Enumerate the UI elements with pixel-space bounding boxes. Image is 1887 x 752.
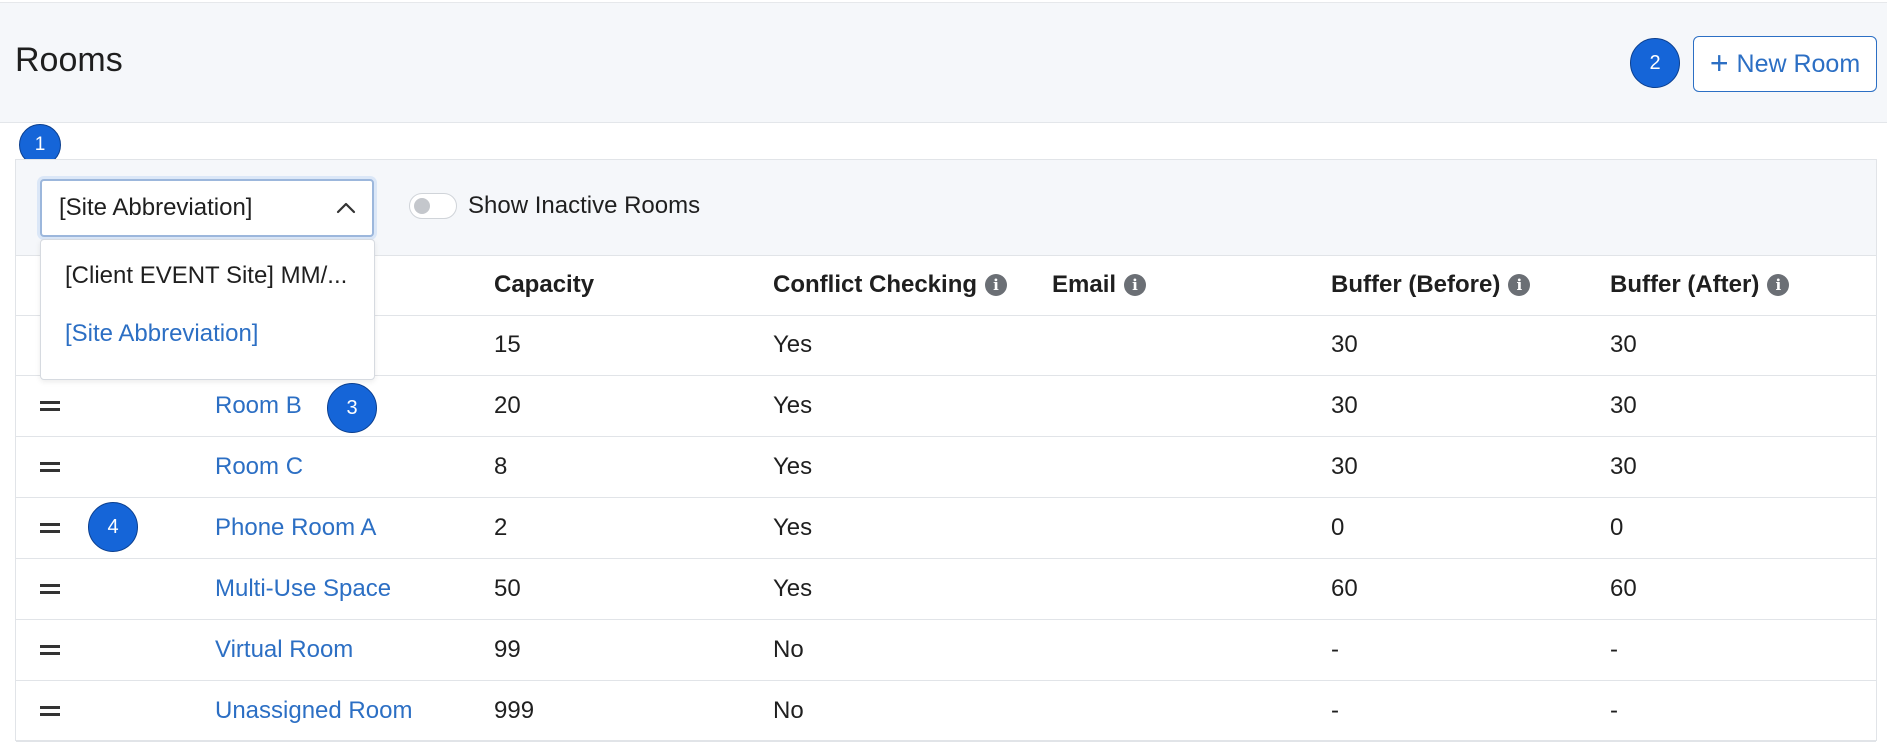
info-icon[interactable]: i xyxy=(1508,274,1531,296)
room-name-link[interactable]: Multi-Use Space xyxy=(215,575,391,603)
buffer-before-cell: 30 xyxy=(1331,331,1358,358)
drag-handle-icon[interactable] xyxy=(40,523,60,533)
buffer-before-cell: 60 xyxy=(1331,575,1358,602)
page-title: Rooms xyxy=(15,41,123,79)
column-header-buffer-before[interactable]: Buffer (Before) i xyxy=(1331,271,1531,299)
site-dropdown-menu: [Client EVENT Site] MM/... [Site Abbrevi… xyxy=(40,239,375,380)
table-row: Room B 20 Yes 30 30 xyxy=(16,377,1876,437)
capacity-cell: 999 xyxy=(494,697,535,724)
room-name-link[interactable]: Phone Room A xyxy=(215,514,376,542)
column-header-capacity[interactable]: Capacity xyxy=(494,271,594,299)
show-inactive-label: Show Inactive Rooms xyxy=(468,192,701,219)
buffer-after-cell: 0 xyxy=(1610,514,1624,541)
room-name-link[interactable]: Virtual Room xyxy=(215,636,353,664)
capacity-cell: 20 xyxy=(494,392,521,419)
buffer-after-cell: - xyxy=(1610,697,1618,724)
plus-icon: + xyxy=(1709,44,1729,81)
capacity-cell: 99 xyxy=(494,636,521,663)
capacity-cell: 2 xyxy=(494,514,508,541)
room-name-link[interactable]: Room B xyxy=(215,392,302,420)
conflict-cell: Yes xyxy=(773,514,813,541)
drag-handle-icon[interactable] xyxy=(40,401,60,411)
column-header-email[interactable]: Email i xyxy=(1052,271,1147,299)
buffer-after-cell: 30 xyxy=(1610,453,1637,480)
conflict-cell: Yes xyxy=(773,392,813,419)
table-row: Unassigned Room 999 No - - xyxy=(16,682,1876,742)
column-header-conflict-checking[interactable]: Conflict Checking i xyxy=(773,271,1008,299)
buffer-after-cell: 30 xyxy=(1610,392,1637,419)
column-header-conflict-label: Conflict Checking xyxy=(773,271,978,298)
column-header-email-label: Email xyxy=(1052,271,1117,298)
show-inactive-toggle[interactable] xyxy=(409,193,457,219)
buffer-before-cell: - xyxy=(1331,636,1339,663)
site-select[interactable]: [Site Abbreviation] xyxy=(40,179,374,237)
drag-handle-icon[interactable] xyxy=(40,645,60,655)
drag-handle-icon[interactable] xyxy=(40,584,60,594)
column-header-buffer-after-label: Buffer (After) xyxy=(1610,271,1760,298)
room-name-link[interactable]: Unassigned Room xyxy=(215,697,412,725)
buffer-before-cell: 0 xyxy=(1331,514,1345,541)
info-icon[interactable]: i xyxy=(985,274,1008,296)
table-row: Multi-Use Space 50 Yes 60 60 xyxy=(16,560,1876,620)
info-icon[interactable]: i xyxy=(1124,274,1147,296)
conflict-cell: Yes xyxy=(773,453,813,480)
step-badge-2: 2 xyxy=(1630,38,1680,88)
new-room-button[interactable]: + New Room xyxy=(1693,36,1877,92)
column-header-capacity-label: Capacity xyxy=(494,271,595,298)
capacity-cell: 50 xyxy=(494,575,521,602)
buffer-before-cell: 30 xyxy=(1331,453,1358,480)
buffer-before-cell: - xyxy=(1331,697,1339,724)
buffer-after-cell: 30 xyxy=(1610,331,1637,358)
drag-handle-icon[interactable] xyxy=(40,462,60,472)
capacity-cell: 15 xyxy=(494,331,521,358)
toggle-knob xyxy=(414,198,430,214)
conflict-cell: No xyxy=(773,697,804,724)
step-badge-4: 4 xyxy=(88,502,138,552)
buffer-after-cell: - xyxy=(1610,636,1618,663)
chevron-up-icon xyxy=(336,202,356,214)
step-badge-3: 3 xyxy=(327,383,377,433)
table-row: Room C 8 Yes 30 30 xyxy=(16,438,1876,498)
site-option-selected[interactable]: [Site Abbreviation] xyxy=(65,320,258,348)
site-option[interactable]: [Client EVENT Site] MM/... xyxy=(65,262,347,290)
conflict-cell: Yes xyxy=(773,575,813,602)
page-header: Rooms + New Room xyxy=(0,3,1887,123)
info-icon[interactable]: i xyxy=(1767,274,1790,296)
room-name-link[interactable]: Room C xyxy=(215,453,303,481)
capacity-cell: 8 xyxy=(494,453,508,480)
new-room-label: New Room xyxy=(1736,49,1861,78)
table-row: Phone Room A 2 Yes 0 0 xyxy=(16,499,1876,559)
table-row: Virtual Room 99 No - - xyxy=(16,621,1876,681)
buffer-after-cell: 60 xyxy=(1610,575,1637,602)
buffer-before-cell: 30 xyxy=(1331,392,1358,419)
conflict-cell: No xyxy=(773,636,804,663)
column-header-buffer-after[interactable]: Buffer (After) i xyxy=(1610,271,1790,299)
drag-handle-icon[interactable] xyxy=(40,706,60,716)
column-header-buffer-before-label: Buffer (Before) xyxy=(1331,271,1501,298)
site-select-value: [Site Abbreviation] xyxy=(59,194,253,221)
conflict-cell: Yes xyxy=(773,331,813,358)
